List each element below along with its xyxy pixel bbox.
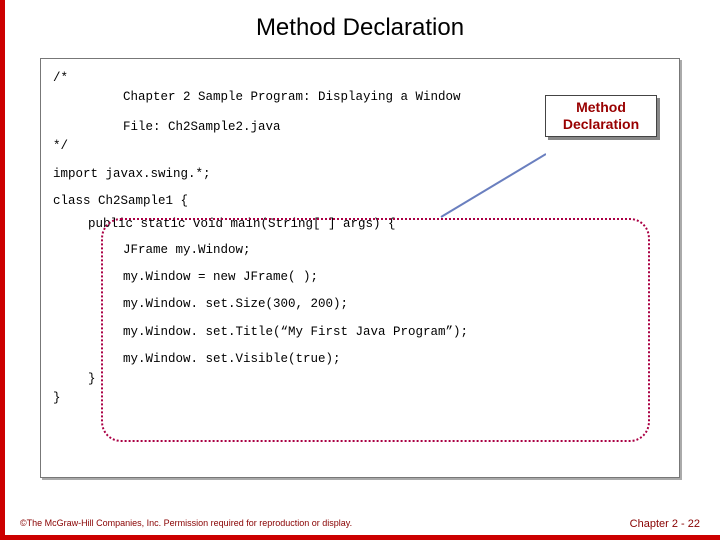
close-brace-2: }	[53, 389, 667, 408]
import-line: import javax.swing.*;	[53, 165, 667, 184]
footer: ©The McGraw-Hill Companies, Inc. Permiss…	[20, 518, 700, 530]
code-frame: /* Chapter 2 Sample Program: Displaying …	[40, 58, 680, 478]
page-title: Method Declaration	[0, 0, 720, 48]
page-number: Chapter 2 - 22	[630, 518, 700, 530]
code-line-5: my.Window. set.Visible(true);	[53, 350, 667, 369]
callout-label: Method Declaration	[545, 95, 657, 137]
code-line-3: my.Window. set.Size(300, 200);	[53, 295, 667, 314]
accent-bar-bottom	[0, 535, 720, 540]
accent-bar-left	[0, 0, 5, 540]
comment-line-2: File: Ch2Sample2.java	[53, 118, 281, 137]
code-line-1: JFrame my.Window;	[53, 241, 667, 260]
callout-line-2: Declaration	[563, 116, 639, 132]
close-brace-1: }	[53, 370, 667, 389]
code-line-4: my.Window. set.Title(“My First Java Prog…	[53, 323, 667, 342]
comment-open: /*	[53, 69, 68, 88]
callout-line-1: Method	[576, 99, 626, 115]
code-line-2: my.Window = new JFrame( );	[53, 268, 667, 287]
class-decl: class Ch2Sample1 {	[53, 192, 667, 211]
callout-connector	[436, 129, 546, 219]
comment-close: */	[53, 137, 667, 156]
copyright-text: ©The McGraw-Hill Companies, Inc. Permiss…	[20, 518, 352, 530]
main-signature: public static void main(String[ ] args) …	[53, 215, 667, 234]
